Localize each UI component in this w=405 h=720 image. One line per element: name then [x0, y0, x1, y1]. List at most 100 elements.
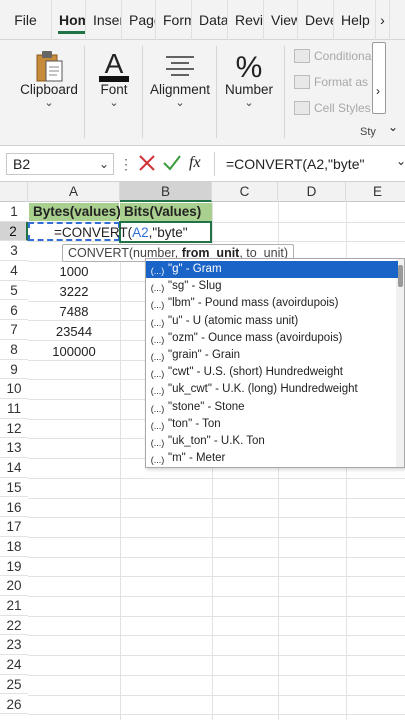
unit-argument-icon: (...) — [150, 438, 165, 448]
row-header[interactable]: 15 — [0, 478, 28, 498]
row-header[interactable]: 22 — [0, 616, 28, 636]
unit-argument-icon: (...) — [150, 266, 165, 276]
row-header[interactable]: 12 — [0, 419, 28, 439]
cell-a8[interactable]: 100000 — [28, 342, 120, 362]
tab-review[interactable]: Revie — [228, 0, 264, 40]
row-header[interactable]: 25 — [0, 675, 28, 695]
tab-file[interactable]: File — [0, 0, 52, 40]
tab-home[interactable]: Hom — [52, 0, 86, 40]
tab-help[interactable]: Help — [334, 0, 376, 40]
autocomplete-item[interactable]: (...) "uk_ton" - U.K. Ton — [146, 433, 398, 450]
autocomplete-item[interactable]: (...) "u" - U (atomic mass unit) — [146, 313, 398, 330]
row-header[interactable]: 26 — [0, 695, 28, 715]
tabs-more-button[interactable]: › — [376, 0, 390, 40]
column-header-c[interactable]: C — [212, 182, 278, 202]
collapse-ribbon-icon[interactable]: ⌄ — [388, 120, 398, 134]
row-header[interactable]: 14 — [0, 458, 28, 478]
autocomplete-item[interactable]: (...) "grain" - Grain — [146, 347, 398, 364]
unit-argument-icon: (...) — [150, 369, 165, 380]
cell-a4[interactable]: 1000 — [28, 262, 120, 282]
chevron-down-icon[interactable]: ⌄ — [99, 154, 109, 174]
autocomplete-item-label: "uk_ton" - U.K. Ton — [168, 435, 265, 447]
unit-argument-icon: (...) — [150, 317, 165, 328]
row-header[interactable]: 18 — [0, 537, 28, 557]
row-header[interactable]: 20 — [0, 576, 28, 596]
autocomplete-item[interactable]: (...) "ton" - Ton — [146, 416, 398, 433]
row-header[interactable]: 13 — [0, 438, 28, 459]
tab-view[interactable]: View — [264, 0, 298, 40]
column-gridline — [120, 202, 121, 720]
cell-a7[interactable]: 23544 — [28, 322, 120, 342]
alignment-group[interactable]: Alignment ⌄ — [146, 40, 214, 146]
row-header[interactable]: 5 — [0, 281, 28, 301]
row-gridline — [28, 477, 405, 479]
autocomplete-item[interactable]: (...) "sg" - Slug — [146, 278, 398, 295]
clipboard-group[interactable]: Clipboard ⌄ — [14, 40, 84, 146]
column-headers: A B C D E — [0, 182, 405, 202]
cell-edit-text[interactable]: =CONVERT(A2,"byte" — [54, 224, 188, 242]
row-header[interactable]: 17 — [0, 517, 28, 537]
tab-data[interactable]: Data — [192, 0, 228, 40]
cell-a1[interactable]: Bytes(values) — [29, 203, 121, 221]
row-header[interactable]: 2 — [0, 221, 28, 242]
format-as-table-button[interactable]: Format as — [294, 72, 368, 92]
conditional-formatting-button[interactable]: Conditiona — [294, 46, 371, 66]
autocomplete-item[interactable]: (...) "lbm" - Pound mass (avoirdupois) — [146, 295, 398, 312]
row-header[interactable]: 19 — [0, 557, 28, 577]
autocomplete-item[interactable]: (...) "ozm" - Ounce mass (avoirdupois) — [146, 330, 398, 347]
enter-check-icon[interactable] — [162, 152, 182, 174]
row-header[interactable]: 16 — [0, 498, 28, 518]
cell-styles-icon — [294, 101, 310, 115]
row-header[interactable]: 24 — [0, 655, 28, 675]
name-box[interactable]: B2 ⌄ — [6, 153, 114, 175]
tab-formulas[interactable]: Form — [156, 0, 192, 40]
unit-argument-icon: (...) — [150, 420, 165, 431]
autocomplete-item-label: "cwt" - U.S. (short) Hundredweight — [168, 366, 343, 379]
row-header[interactable]: 4 — [0, 261, 28, 281]
cell-a5[interactable]: 3222 — [28, 282, 120, 302]
percent-icon: % — [220, 48, 278, 84]
row-header[interactable]: 21 — [0, 596, 28, 616]
row-header[interactable]: 10 — [0, 379, 28, 399]
row-header[interactable]: 23 — [0, 635, 28, 656]
tab-developer[interactable]: Deve — [298, 0, 334, 40]
row-header[interactable]: 7 — [0, 320, 28, 340]
cell-b1[interactable]: Bits(Values) — [120, 203, 212, 221]
select-all-corner[interactable] — [0, 182, 28, 202]
column-header-d[interactable]: D — [278, 182, 346, 202]
autocomplete-item[interactable]: (...) "cwt" - U.S. (short) Hundredweight — [146, 364, 398, 381]
number-group[interactable]: % Number ⌄ — [220, 40, 278, 146]
font-group[interactable]: A Font ⌄ — [88, 40, 140, 146]
edit-suffix: ,"byte" — [148, 225, 188, 240]
cancel-icon[interactable] — [138, 152, 156, 174]
autocomplete-item[interactable]: (...) "stone" - Stone — [146, 399, 398, 416]
autocomplete-item[interactable]: (...) "uk_cwt" - U.K. (long) Hundredweigh… — [146, 381, 398, 398]
row-header[interactable]: 11 — [0, 399, 28, 419]
scroll-thumb[interactable] — [398, 265, 403, 287]
ribbon-more-icon[interactable]: › — [376, 84, 380, 98]
column-header-e[interactable]: E — [346, 182, 405, 202]
cell-a6[interactable]: 7488 — [28, 302, 120, 322]
ribbon-scroll-handle[interactable] — [372, 42, 386, 114]
cell-styles-button[interactable]: Cell Styles — [294, 98, 371, 118]
row-header[interactable]: 9 — [0, 360, 28, 380]
insert-function-icon[interactable]: fx — [189, 152, 201, 174]
autocomplete-list[interactable]: (...) "g" - Gram (...) "sg" - Slug (...) "lbm… — [145, 258, 405, 468]
autocomplete-item[interactable]: (...) "m" - Meter — [146, 450, 398, 467]
column-header-b[interactable]: B — [120, 182, 212, 202]
column-header-a[interactable]: A — [28, 182, 120, 202]
row-gridline — [28, 576, 405, 578]
ribbon-tabs: File Hom Inser Page Form Data Revie View… — [0, 0, 405, 40]
chevron-down-icon: ⌄ — [244, 97, 254, 109]
row-header[interactable]: 6 — [0, 301, 28, 321]
more-options-icon[interactable]: ⋮ — [119, 154, 133, 174]
tab-insert[interactable]: Inser — [86, 0, 122, 40]
row-header[interactable]: 8 — [0, 340, 28, 360]
row-header[interactable]: 3 — [0, 241, 28, 262]
formula-input[interactable]: =CONVERT(A2,"byte" — [226, 154, 364, 174]
row-header[interactable]: 1 — [0, 202, 28, 222]
expand-formula-bar-icon[interactable]: ⌄ — [396, 154, 405, 168]
styles-group: Conditiona Format as Cell Styles Sty — [290, 40, 376, 146]
autocomplete-item[interactable]: (...) "g" - Gram — [146, 261, 398, 278]
tab-page-layout[interactable]: Page — [122, 0, 156, 40]
